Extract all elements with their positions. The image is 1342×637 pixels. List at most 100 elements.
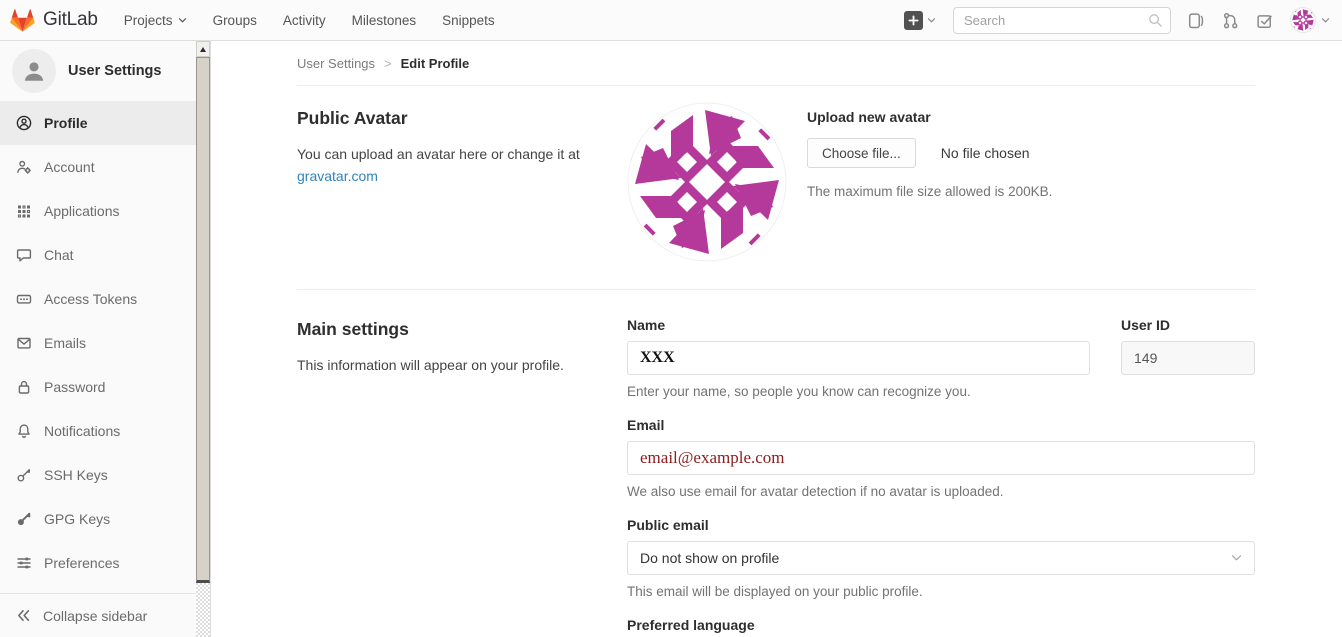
public-email-help-text: This email will be displayed on your pub… xyxy=(627,582,1255,602)
chevron-down-icon xyxy=(1321,17,1330,24)
main-settings-title: Main settings xyxy=(297,319,582,340)
sidebar-item-preferences[interactable]: Preferences xyxy=(0,541,196,585)
user-avatar xyxy=(1290,7,1316,33)
public-email-select[interactable]: Do not show on profile xyxy=(627,541,1255,575)
search-icon xyxy=(1148,13,1163,28)
chevron-down-icon xyxy=(927,17,936,24)
sidebar-header: User Settings xyxy=(0,41,196,101)
collapse-sidebar-label: Collapse sidebar xyxy=(43,608,147,624)
sidebar-title: User Settings xyxy=(68,63,161,79)
notifications-icon xyxy=(16,423,32,439)
sidebar-item-label: Applications xyxy=(44,203,120,219)
max-file-size-text: The maximum file size allowed is 200KB. xyxy=(807,182,1052,202)
sidebar-item-profile[interactable]: Profile xyxy=(0,101,196,145)
global-search xyxy=(953,7,1171,34)
new-menu-button[interactable] xyxy=(904,11,936,30)
sidebar-item-access-tokens[interactable]: Access Tokens xyxy=(0,277,196,321)
search-input[interactable] xyxy=(953,7,1171,34)
email-input[interactable] xyxy=(627,441,1255,475)
plus-icon xyxy=(904,11,923,30)
gitlab-logo[interactable]: GitLab xyxy=(10,8,98,33)
merge-requests-button[interactable] xyxy=(1222,12,1239,29)
email-help-text: We also use email for avatar detection i… xyxy=(627,482,1255,502)
merge-request-icon xyxy=(1222,12,1239,29)
user-menu-button[interactable] xyxy=(1290,7,1330,33)
sidebar-item-notifications[interactable]: Notifications xyxy=(0,409,196,453)
preferred-language-label: Preferred language xyxy=(627,617,1255,633)
password-icon xyxy=(16,379,32,395)
top-nav-links: Projects Groups Activity Milestones Snip… xyxy=(124,13,495,28)
sidebar-item-label: Notifications xyxy=(44,423,120,439)
breadcrumb-separator: > xyxy=(384,56,392,71)
sidebar-nav: Profile Account Applications Chat Access… xyxy=(0,101,196,593)
sidebar-item-label: Password xyxy=(44,379,105,395)
public-avatar-title: Public Avatar xyxy=(297,108,582,129)
chevron-down-icon xyxy=(1231,554,1242,562)
sidebar-item-label: Preferences xyxy=(44,555,119,571)
nav-milestones[interactable]: Milestones xyxy=(352,13,417,28)
name-help-text: Enter your name, so people you know can … xyxy=(627,382,1090,402)
todos-button[interactable] xyxy=(1256,12,1273,29)
top-navbar: GitLab Projects Groups Activity Mileston… xyxy=(0,0,1342,41)
logo-text: GitLab xyxy=(43,9,98,31)
breadcrumb-user-settings-link[interactable]: User Settings xyxy=(297,56,375,71)
gpg-keys-icon xyxy=(16,511,32,527)
scrollbar-thumb[interactable] xyxy=(196,57,210,583)
upload-new-avatar-title: Upload new avatar xyxy=(807,109,1052,125)
sidebar-item-ssh-keys[interactable]: SSH Keys xyxy=(0,453,196,497)
sidebar-item-account[interactable]: Account xyxy=(0,145,196,189)
collapse-sidebar-button[interactable]: Collapse sidebar xyxy=(0,593,196,637)
public-avatar-description: You can upload an avatar here or change … xyxy=(297,143,582,187)
triangle-up-icon xyxy=(200,47,206,52)
public-email-selected-value: Do not show on profile xyxy=(640,550,779,566)
sidebar-item-emails[interactable]: Emails xyxy=(0,321,196,365)
sidebar-item-label: Profile xyxy=(44,115,88,131)
sidebar-item-label: Account xyxy=(44,159,95,175)
nav-projects[interactable]: Projects xyxy=(124,13,187,28)
sidebar-item-applications[interactable]: Applications xyxy=(0,189,196,233)
settings-sidebar: User Settings Profile Account Applicatio… xyxy=(0,41,196,637)
sidebar-item-label: Access Tokens xyxy=(44,291,137,307)
issues-button[interactable] xyxy=(1188,12,1205,29)
profile-form: Name Enter your name, so people you know… xyxy=(627,313,1255,637)
nav-projects-label: Projects xyxy=(124,13,173,28)
public-email-label: Public email xyxy=(627,517,1255,533)
user-settings-avatar-icon xyxy=(12,49,56,93)
applications-icon xyxy=(16,203,32,219)
name-input[interactable] xyxy=(627,341,1090,375)
todo-check-icon xyxy=(1256,12,1273,29)
sidebar-scrollbar[interactable] xyxy=(196,41,211,637)
scrollbar-up-button[interactable] xyxy=(196,41,210,57)
no-file-chosen-text: No file chosen xyxy=(941,145,1030,161)
collapse-chevrons-icon xyxy=(16,608,31,623)
sidebar-item-label: GPG Keys xyxy=(44,511,110,527)
nav-groups[interactable]: Groups xyxy=(213,13,257,28)
breadcrumb: User Settings > Edit Profile xyxy=(297,41,1255,86)
profile-avatar-image xyxy=(627,102,787,262)
avatar-description-text: You can upload an avatar here or change … xyxy=(297,146,580,162)
gravatar-link[interactable]: gravatar.com xyxy=(297,168,378,184)
account-icon xyxy=(16,159,32,175)
main-settings-description: This information will appear on your pro… xyxy=(297,354,582,376)
chevron-down-icon xyxy=(178,17,187,24)
email-label: Email xyxy=(627,417,1255,433)
public-avatar-section: Public Avatar You can upload an avatar h… xyxy=(297,86,1255,289)
profile-icon xyxy=(16,115,32,131)
issues-icon xyxy=(1188,12,1205,29)
nav-snippets[interactable]: Snippets xyxy=(442,13,495,28)
emails-icon xyxy=(16,335,32,351)
user-id-input xyxy=(1121,341,1255,375)
tanuki-icon xyxy=(10,8,35,33)
sidebar-item-password[interactable]: Password xyxy=(0,365,196,409)
sidebar-item-label: Chat xyxy=(44,247,74,263)
sidebar-item-label: Emails xyxy=(44,335,86,351)
name-label: Name xyxy=(627,317,1090,333)
sidebar-item-chat[interactable]: Chat xyxy=(0,233,196,277)
sidebar-item-gpg-keys[interactable]: GPG Keys xyxy=(0,497,196,541)
choose-file-button[interactable]: Choose file... xyxy=(807,138,916,168)
access-tokens-icon xyxy=(16,291,32,307)
sidebar-item-label: SSH Keys xyxy=(44,467,108,483)
nav-activity[interactable]: Activity xyxy=(283,13,326,28)
breadcrumb-current: Edit Profile xyxy=(401,56,470,71)
main-content: User Settings > Edit Profile Public Avat… xyxy=(211,41,1342,637)
